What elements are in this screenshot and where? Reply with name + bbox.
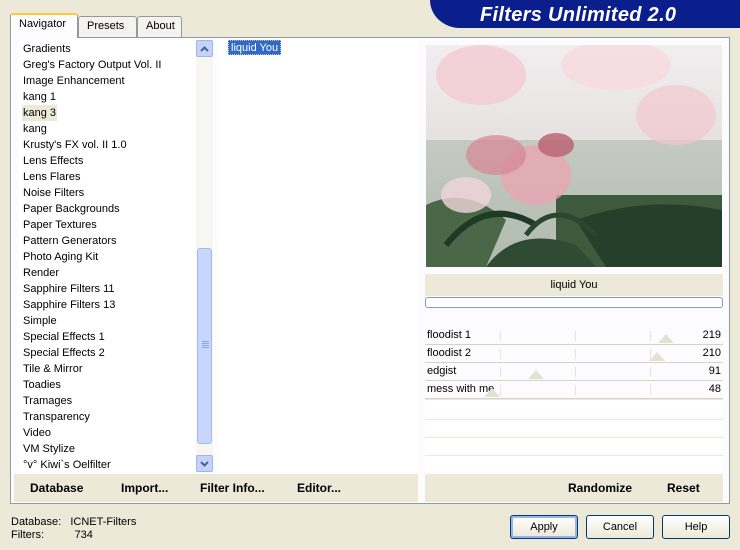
category-item[interactable]: kang 3 [22, 105, 58, 121]
category-item[interactable]: Lens Flares [22, 169, 81, 185]
empty-slider-slot [425, 399, 723, 415]
scroll-up-button[interactable] [196, 40, 213, 57]
empty-slider-slot [425, 437, 723, 453]
current-filter-name: liquid You [425, 274, 723, 296]
status-info: Database: ICNET-Filters Filters: 734 [11, 516, 136, 542]
category-item[interactable]: Paper Backgrounds [22, 201, 121, 217]
slider-thumb[interactable] [527, 370, 544, 379]
slider-label: edgist [427, 365, 457, 377]
reset-button[interactable]: Reset [667, 481, 700, 495]
slider-tick [500, 385, 501, 395]
database-value: ICNET-Filters [70, 516, 137, 528]
category-item[interactable]: Transparency [22, 409, 91, 425]
filters-count: 734 [74, 529, 93, 541]
filters-label: Filters: [11, 529, 44, 541]
slider-thumb[interactable] [483, 388, 500, 397]
category-item[interactable]: Noise Filters [22, 185, 85, 201]
empty-slider-slot [425, 455, 723, 471]
slider-label: floodist 2 [427, 347, 472, 359]
slider-value: 219 [702, 329, 721, 341]
slider-value: 91 [708, 365, 721, 377]
tab-navigator[interactable]: Navigator [10, 13, 78, 38]
category-item[interactable]: Sapphire Filters 13 [22, 297, 116, 313]
category-item[interactable]: Tile & Mirror [22, 361, 83, 377]
slider-tick [575, 385, 576, 395]
scroll-thumb[interactable] [197, 248, 212, 444]
category-item[interactable]: Sapphire Filters 11 [22, 281, 116, 297]
slider-tick [500, 349, 501, 359]
category-item[interactable]: Photo Aging Kit [22, 249, 99, 265]
cancel-button[interactable]: Cancel [586, 515, 654, 539]
category-item[interactable]: Krusty's FX vol. II 1.0 [22, 137, 128, 153]
category-item[interactable]: Simple [22, 313, 58, 329]
list-toolbar: Database Import... Filter Info... Editor… [14, 474, 418, 502]
banner-title: Filters Unlimited 2.0 [480, 4, 677, 26]
category-item[interactable]: Paper Textures [22, 217, 98, 233]
editor-button[interactable]: Editor... [297, 481, 341, 495]
chevron-down-icon [200, 460, 209, 467]
slider-tick [575, 367, 576, 377]
category-item[interactable]: kang 1 [22, 89, 57, 105]
param-slider[interactable]: edgist 91 [425, 363, 723, 381]
scroll-down-button[interactable] [196, 455, 213, 472]
preview-image [426, 45, 722, 267]
category-item[interactable]: kang [22, 121, 48, 137]
category-item[interactable]: Special Effects 2 [22, 345, 106, 361]
category-item[interactable]: Pattern Generators [22, 233, 118, 249]
filter-item-selected[interactable]: liquid You [228, 40, 282, 55]
progress-bar [425, 297, 723, 308]
category-item[interactable]: Greg's Factory Output Vol. II [22, 57, 162, 73]
slider-thumb[interactable] [658, 334, 675, 343]
import-button[interactable]: Import... [121, 481, 168, 495]
grip-icon [202, 341, 209, 349]
category-item[interactable]: °v° Kiwi`s Oelfilter [22, 457, 112, 473]
filter-info-button[interactable]: Filter Info... [200, 481, 265, 495]
param-slider[interactable]: mess with me 48 [425, 381, 723, 399]
category-item[interactable]: Lens Effects [22, 153, 84, 169]
slider-value: 210 [702, 347, 721, 359]
tab-presets[interactable]: Presets [78, 16, 137, 37]
category-scrollbar[interactable] [196, 40, 213, 472]
apply-button[interactable]: Apply [510, 515, 578, 539]
category-item[interactable]: VM Stylize [22, 441, 76, 457]
slider-thumb[interactable] [649, 352, 666, 361]
param-slider[interactable]: floodist 2 210 [425, 345, 723, 363]
slider-tick [650, 367, 651, 377]
category-item[interactable]: Toadies [22, 377, 62, 393]
database-button[interactable]: Database [30, 481, 83, 495]
preview-flower-image [426, 45, 722, 267]
category-item[interactable]: Special Effects 1 [22, 329, 106, 345]
slider-value: 48 [708, 383, 721, 395]
help-button[interactable]: Help [662, 515, 730, 539]
slider-tick [575, 349, 576, 359]
category-item[interactable]: Tramages [22, 393, 73, 409]
slider-tick [650, 331, 651, 341]
empty-slider-slot [425, 419, 723, 435]
category-item[interactable]: Image Enhancement [22, 73, 126, 89]
category-item[interactable]: Render [22, 265, 60, 281]
database-label: Database: [11, 516, 62, 528]
slider-tick [500, 367, 501, 377]
filter-list[interactable]: liquid You [218, 40, 418, 472]
slider-tick [500, 331, 501, 341]
category-list[interactable]: Gradients Greg's Factory Output Vol. II Im… [18, 40, 196, 472]
category-item[interactable]: Video [22, 425, 52, 441]
param-slider[interactable]: floodist 1 219 [425, 327, 723, 345]
slider-tick [575, 331, 576, 341]
preview-toolbar: Randomize Reset [425, 474, 723, 502]
tab-about[interactable]: About [137, 16, 182, 37]
chevron-up-icon [200, 45, 209, 52]
slider-label: floodist 1 [427, 329, 472, 341]
randomize-button[interactable]: Randomize [568, 481, 632, 495]
category-item[interactable]: Gradients [22, 41, 72, 57]
slider-tick [650, 385, 651, 395]
